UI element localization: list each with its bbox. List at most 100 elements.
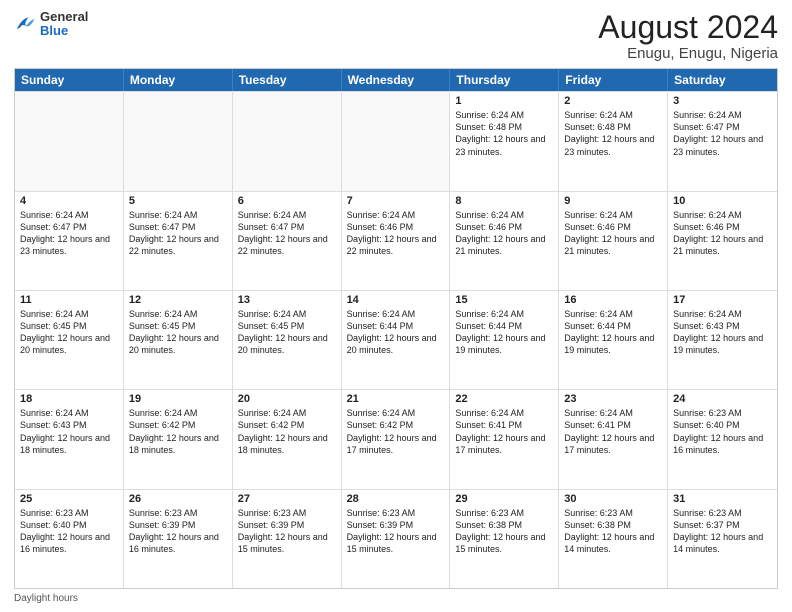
- cal-cell-13-2-2: 13 Sunrise: 6:24 AMSunset: 6:45 PMDaylig…: [233, 291, 342, 389]
- day-number: 12: [129, 294, 227, 306]
- cell-sunrise-text: Sunrise: 6:23 AMSunset: 6:39 PMDaylight:…: [347, 508, 437, 554]
- day-number: 2: [564, 95, 662, 107]
- cal-cell-4-1-0: 4 Sunrise: 6:24 AMSunset: 6:47 PMDayligh…: [15, 192, 124, 290]
- cal-cell-27-4-2: 27 Sunrise: 6:23 AMSunset: 6:39 PMDaylig…: [233, 490, 342, 588]
- day-number: 7: [347, 195, 445, 207]
- cell-sunrise-text: Sunrise: 6:24 AMSunset: 6:42 PMDaylight:…: [129, 408, 219, 454]
- day-number: 25: [20, 493, 118, 505]
- cal-cell-empty-0-2: [233, 92, 342, 190]
- header-day-friday: Friday: [559, 69, 668, 91]
- cal-cell-9-1-5: 9 Sunrise: 6:24 AMSunset: 6:46 PMDayligh…: [559, 192, 668, 290]
- logo-blue: Blue: [40, 24, 88, 38]
- logo: General Blue: [14, 10, 88, 39]
- footer: Daylight hours: [14, 593, 778, 604]
- cell-sunrise-text: Sunrise: 6:23 AMSunset: 6:38 PMDaylight:…: [564, 508, 654, 554]
- calendar-location: Enugu, Enugu, Nigeria: [598, 45, 778, 62]
- title-block: August 2024 Enugu, Enugu, Nigeria: [598, 10, 778, 62]
- day-number: 28: [347, 493, 445, 505]
- cal-cell-3-0-6: 3 Sunrise: 6:24 AMSunset: 6:47 PMDayligh…: [668, 92, 777, 190]
- day-number: 19: [129, 393, 227, 405]
- header-day-wednesday: Wednesday: [342, 69, 451, 91]
- cal-cell-21-3-3: 21 Sunrise: 6:24 AMSunset: 6:42 PMDaylig…: [342, 390, 451, 488]
- cal-cell-11-2-0: 11 Sunrise: 6:24 AMSunset: 6:45 PMDaylig…: [15, 291, 124, 389]
- day-number: 15: [455, 294, 553, 306]
- day-number: 26: [129, 493, 227, 505]
- cal-cell-16-2-5: 16 Sunrise: 6:24 AMSunset: 6:44 PMDaylig…: [559, 291, 668, 389]
- daylight-label: Daylight hours: [14, 593, 78, 604]
- day-number: 8: [455, 195, 553, 207]
- day-number: 1: [455, 95, 553, 107]
- day-number: 17: [673, 294, 772, 306]
- week-row-1: 1 Sunrise: 6:24 AMSunset: 6:48 PMDayligh…: [15, 91, 777, 190]
- cal-cell-26-4-1: 26 Sunrise: 6:23 AMSunset: 6:39 PMDaylig…: [124, 490, 233, 588]
- logo-bird-icon: [14, 13, 36, 35]
- day-number: 31: [673, 493, 772, 505]
- cal-cell-24-3-6: 24 Sunrise: 6:23 AMSunset: 6:40 PMDaylig…: [668, 390, 777, 488]
- header-day-monday: Monday: [124, 69, 233, 91]
- cell-sunrise-text: Sunrise: 6:24 AMSunset: 6:47 PMDaylight:…: [20, 210, 110, 256]
- day-number: 24: [673, 393, 772, 405]
- day-number: 16: [564, 294, 662, 306]
- cell-sunrise-text: Sunrise: 6:24 AMSunset: 6:41 PMDaylight:…: [564, 408, 654, 454]
- calendar-body: 1 Sunrise: 6:24 AMSunset: 6:48 PMDayligh…: [15, 91, 777, 588]
- cal-cell-19-3-1: 19 Sunrise: 6:24 AMSunset: 6:42 PMDaylig…: [124, 390, 233, 488]
- header-day-sunday: Sunday: [15, 69, 124, 91]
- day-number: 10: [673, 195, 772, 207]
- cell-sunrise-text: Sunrise: 6:24 AMSunset: 6:47 PMDaylight:…: [673, 110, 763, 156]
- day-number: 29: [455, 493, 553, 505]
- cell-sunrise-text: Sunrise: 6:24 AMSunset: 6:45 PMDaylight:…: [20, 309, 110, 355]
- cal-cell-10-1-6: 10 Sunrise: 6:24 AMSunset: 6:46 PMDaylig…: [668, 192, 777, 290]
- cal-cell-1-0-4: 1 Sunrise: 6:24 AMSunset: 6:48 PMDayligh…: [450, 92, 559, 190]
- week-row-4: 18 Sunrise: 6:24 AMSunset: 6:43 PMDaylig…: [15, 389, 777, 488]
- cal-cell-15-2-4: 15 Sunrise: 6:24 AMSunset: 6:44 PMDaylig…: [450, 291, 559, 389]
- cal-cell-22-3-4: 22 Sunrise: 6:24 AMSunset: 6:41 PMDaylig…: [450, 390, 559, 488]
- cal-cell-7-1-3: 7 Sunrise: 6:24 AMSunset: 6:46 PMDayligh…: [342, 192, 451, 290]
- cell-sunrise-text: Sunrise: 6:24 AMSunset: 6:42 PMDaylight:…: [238, 408, 328, 454]
- cal-cell-30-4-5: 30 Sunrise: 6:23 AMSunset: 6:38 PMDaylig…: [559, 490, 668, 588]
- calendar-header: SundayMondayTuesdayWednesdayThursdayFrid…: [15, 69, 777, 91]
- cal-cell-23-3-5: 23 Sunrise: 6:24 AMSunset: 6:41 PMDaylig…: [559, 390, 668, 488]
- day-number: 21: [347, 393, 445, 405]
- cell-sunrise-text: Sunrise: 6:24 AMSunset: 6:48 PMDaylight:…: [455, 110, 545, 156]
- cell-sunrise-text: Sunrise: 6:24 AMSunset: 6:48 PMDaylight:…: [564, 110, 654, 156]
- header-day-tuesday: Tuesday: [233, 69, 342, 91]
- cell-sunrise-text: Sunrise: 6:24 AMSunset: 6:43 PMDaylight:…: [673, 309, 763, 355]
- day-number: 4: [20, 195, 118, 207]
- day-number: 23: [564, 393, 662, 405]
- header-day-thursday: Thursday: [450, 69, 559, 91]
- cal-cell-6-1-2: 6 Sunrise: 6:24 AMSunset: 6:47 PMDayligh…: [233, 192, 342, 290]
- cal-cell-empty-0-0: [15, 92, 124, 190]
- cal-cell-14-2-3: 14 Sunrise: 6:24 AMSunset: 6:44 PMDaylig…: [342, 291, 451, 389]
- page: General Blue August 2024 Enugu, Enugu, N…: [0, 0, 792, 612]
- cal-cell-12-2-1: 12 Sunrise: 6:24 AMSunset: 6:45 PMDaylig…: [124, 291, 233, 389]
- cell-sunrise-text: Sunrise: 6:24 AMSunset: 6:41 PMDaylight:…: [455, 408, 545, 454]
- cell-sunrise-text: Sunrise: 6:24 AMSunset: 6:44 PMDaylight:…: [564, 309, 654, 355]
- day-number: 30: [564, 493, 662, 505]
- cal-cell-28-4-3: 28 Sunrise: 6:23 AMSunset: 6:39 PMDaylig…: [342, 490, 451, 588]
- cell-sunrise-text: Sunrise: 6:24 AMSunset: 6:45 PMDaylight:…: [129, 309, 219, 355]
- cell-sunrise-text: Sunrise: 6:23 AMSunset: 6:40 PMDaylight:…: [20, 508, 110, 554]
- cal-cell-2-0-5: 2 Sunrise: 6:24 AMSunset: 6:48 PMDayligh…: [559, 92, 668, 190]
- cal-cell-8-1-4: 8 Sunrise: 6:24 AMSunset: 6:46 PMDayligh…: [450, 192, 559, 290]
- cal-cell-17-2-6: 17 Sunrise: 6:24 AMSunset: 6:43 PMDaylig…: [668, 291, 777, 389]
- cal-cell-18-3-0: 18 Sunrise: 6:24 AMSunset: 6:43 PMDaylig…: [15, 390, 124, 488]
- cell-sunrise-text: Sunrise: 6:24 AMSunset: 6:43 PMDaylight:…: [20, 408, 110, 454]
- cell-sunrise-text: Sunrise: 6:23 AMSunset: 6:37 PMDaylight:…: [673, 508, 763, 554]
- week-row-3: 11 Sunrise: 6:24 AMSunset: 6:45 PMDaylig…: [15, 290, 777, 389]
- cell-sunrise-text: Sunrise: 6:24 AMSunset: 6:46 PMDaylight:…: [455, 210, 545, 256]
- cal-cell-empty-0-3: [342, 92, 451, 190]
- day-number: 27: [238, 493, 336, 505]
- calendar-title: August 2024: [598, 10, 778, 45]
- logo-text: General Blue: [40, 10, 88, 39]
- day-number: 14: [347, 294, 445, 306]
- cell-sunrise-text: Sunrise: 6:23 AMSunset: 6:39 PMDaylight:…: [129, 508, 219, 554]
- cell-sunrise-text: Sunrise: 6:24 AMSunset: 6:42 PMDaylight:…: [347, 408, 437, 454]
- header: General Blue August 2024 Enugu, Enugu, N…: [14, 10, 778, 62]
- day-number: 5: [129, 195, 227, 207]
- cell-sunrise-text: Sunrise: 6:24 AMSunset: 6:46 PMDaylight:…: [347, 210, 437, 256]
- day-number: 22: [455, 393, 553, 405]
- day-number: 6: [238, 195, 336, 207]
- day-number: 9: [564, 195, 662, 207]
- cell-sunrise-text: Sunrise: 6:24 AMSunset: 6:44 PMDaylight:…: [455, 309, 545, 355]
- cal-cell-empty-0-1: [124, 92, 233, 190]
